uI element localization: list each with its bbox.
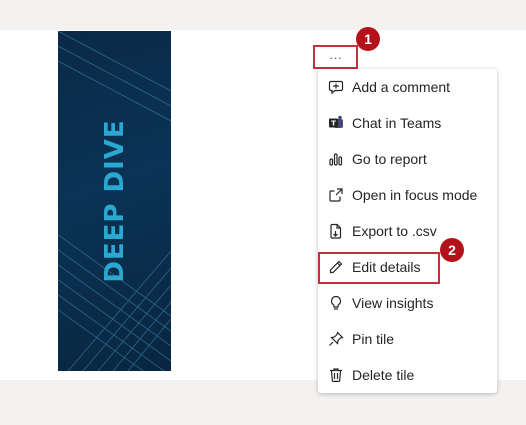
menu-item-label: Chat in Teams [352,115,442,131]
tile-context-menu: Add a comment T Chat in Teams Go to repo… [318,69,497,393]
menu-item-label: Add a comment [352,79,451,95]
tile-title: DEEP DIVE [99,119,130,283]
menu-item-pin-tile[interactable]: Pin tile [318,321,497,357]
menu-item-edit-details[interactable]: Edit details [318,249,497,285]
callout-badge-1: 1 [356,27,380,51]
menu-item-label: Export to .csv [352,223,437,239]
menu-item-label: View insights [352,295,434,311]
menu-item-label: Pin tile [352,331,395,347]
trash-icon [320,367,352,383]
menu-item-label: Open in focus mode [352,187,478,203]
menu-item-label: Delete tile [352,367,415,383]
menu-item-go-to-report[interactable]: Go to report [318,141,497,177]
svg-text:T: T [331,120,336,128]
menu-item-add-comment[interactable]: Add a comment [318,69,497,105]
comment-icon [320,79,352,95]
focus-mode-icon [320,187,352,203]
lightbulb-icon [320,295,352,311]
teams-icon: T [320,115,352,131]
pencil-icon [320,259,352,275]
ellipsis-icon: ··· [329,49,342,65]
menu-item-chat-teams[interactable]: T Chat in Teams [318,105,497,141]
menu-item-label: Go to report [352,151,427,167]
menu-item-focus-mode[interactable]: Open in focus mode [318,177,497,213]
report-chart-icon [320,151,352,167]
more-options-button[interactable]: ··· [313,45,358,69]
menu-item-export-csv[interactable]: Export to .csv [318,213,497,249]
pin-icon [320,331,352,347]
menu-item-label: Edit details [352,259,421,275]
export-icon [320,223,352,239]
menu-item-delete-tile[interactable]: Delete tile [318,357,497,393]
menu-item-view-insights[interactable]: View insights [318,285,497,321]
callout-badge-2: 2 [440,238,464,262]
deep-dive-tile[interactable]: DEEP DIVE [58,31,171,371]
